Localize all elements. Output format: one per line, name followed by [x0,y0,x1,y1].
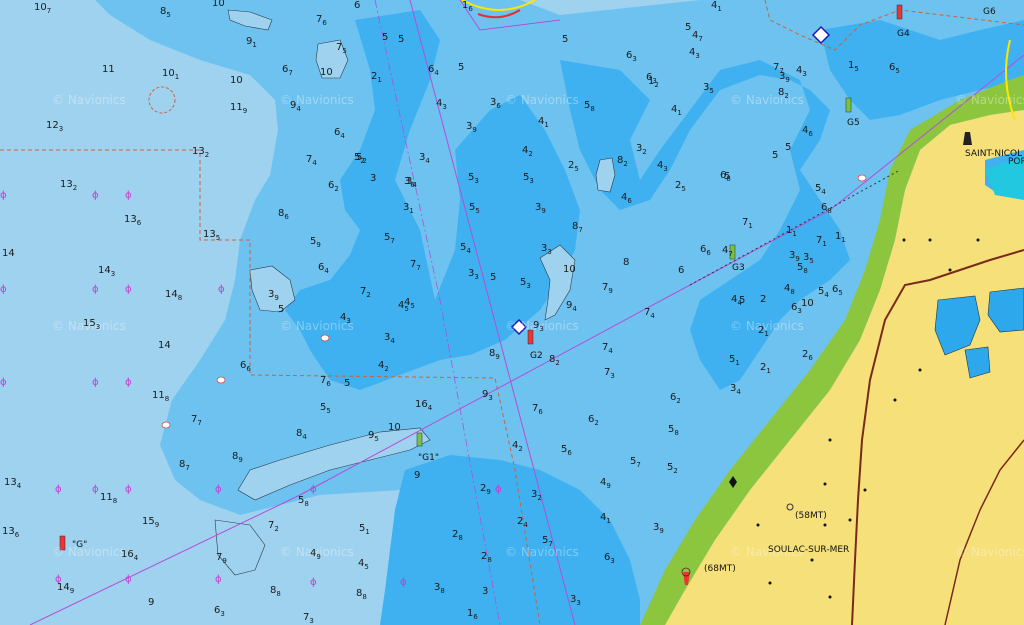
depth-sounding: 6 [678,265,684,276]
svg-text:ɸ: ɸ [0,284,7,295]
depth-sounding: 14 [158,340,171,351]
depth-sounding: 5 [724,171,730,182]
depth-sounding: 5 [562,34,568,45]
svg-text:ɸ: ɸ [218,284,225,295]
depth-sounding: 5 [772,150,778,161]
depth-sounding: 10 [388,422,401,433]
wreck-icon [216,376,226,384]
wreck-icon [857,174,867,182]
wreck-icon [161,421,171,429]
depth-sounding: 5 [685,22,691,33]
depth-sounding: 3 [482,586,488,597]
depth-sounding: 5 [785,142,791,153]
svg-text:ɸ: ɸ [125,484,132,495]
svg-text:ɸ: ɸ [125,190,132,201]
svg-text:ɸ: ɸ [92,377,99,388]
depth-sounding: 5 [344,378,350,389]
height-label: (58MT) [795,511,827,521]
depth-sounding: 10 [563,264,576,275]
svg-text:© Navionics: © Navionics [505,545,579,559]
height-label: (68MT) [704,564,736,574]
chart-canvas[interactable]: "G1" G2 G3 G4 G5 G6 "G" ɸ ɸ ɸ ɸ ɸ ɸ ɸ ɸ … [0,0,1024,625]
depth-sounding: 10 [212,0,225,9]
svg-text:© Navionics: © Navionics [505,93,579,107]
depth-sounding: 6 [354,0,360,11]
svg-text:ɸ: ɸ [310,577,317,588]
buoy-g6[interactable]: G6 [983,7,996,17]
svg-text:ɸ: ɸ [215,574,222,585]
place-label-port: POR [1008,157,1024,167]
svg-text:ɸ: ɸ [125,377,132,388]
depth-sounding: 5 [278,304,284,315]
svg-text:ɸ: ɸ [125,284,132,295]
svg-text:ɸ: ɸ [0,190,7,201]
svg-text:ɸ: ɸ [55,484,62,495]
depth-sounding: 14 [2,248,15,259]
depth-sounding: 5 [490,272,496,283]
svg-text:© Navionics: © Navionics [52,545,126,559]
depth-sounding: 10 [320,67,333,78]
buoy-label: G5 [847,118,860,128]
depth-sounding: 8 [623,257,629,268]
depth-sounding: 5 [739,295,745,306]
depth-sounding: 5 [382,32,388,43]
svg-text:ɸ: ɸ [0,377,7,388]
buoy-label: "G1" [418,453,439,463]
svg-text:ɸ: ɸ [310,484,317,495]
depth-sounding: 5 [458,62,464,73]
depth-sounding: 9 [414,470,420,481]
depth-sounding: 10 [230,75,243,86]
nautical-chart[interactable]: "G1" G2 G3 G4 G5 G6 "G" ɸ ɸ ɸ ɸ ɸ ɸ ɸ ɸ … [0,0,1024,625]
svg-text:ɸ: ɸ [125,574,132,585]
svg-text:ɸ: ɸ [92,190,99,201]
buoy-label: G2 [530,351,543,361]
svg-text:ɸ: ɸ [92,284,99,295]
svg-text:ɸ: ɸ [215,484,222,495]
depth-sounding: 11 [102,64,115,75]
depth-sounding: 3 [370,173,376,184]
depth-sounding: 9 [148,597,154,608]
buoy-label: G4 [897,29,910,39]
depth-sounding: 5 [398,34,404,45]
place-label-soulac: SOULAC-SUR-MER [768,545,849,555]
svg-text:© Navionics: © Navionics [955,93,1024,107]
wreck-icon [320,334,330,342]
svg-text:ɸ: ɸ [92,484,99,495]
svg-text:© Navionics: © Navionics [955,545,1024,559]
svg-text:ɸ: ɸ [495,484,502,495]
depth-sounding: 10 [801,298,814,309]
buoy-label: G6 [983,7,996,17]
depth-sounding: 2 [760,294,766,305]
svg-text:© Navionics: © Navionics [730,93,804,107]
buoy-label: G3 [732,263,745,273]
svg-text:ɸ: ɸ [400,577,407,588]
svg-text:© Navionics: © Navionics [52,93,126,107]
